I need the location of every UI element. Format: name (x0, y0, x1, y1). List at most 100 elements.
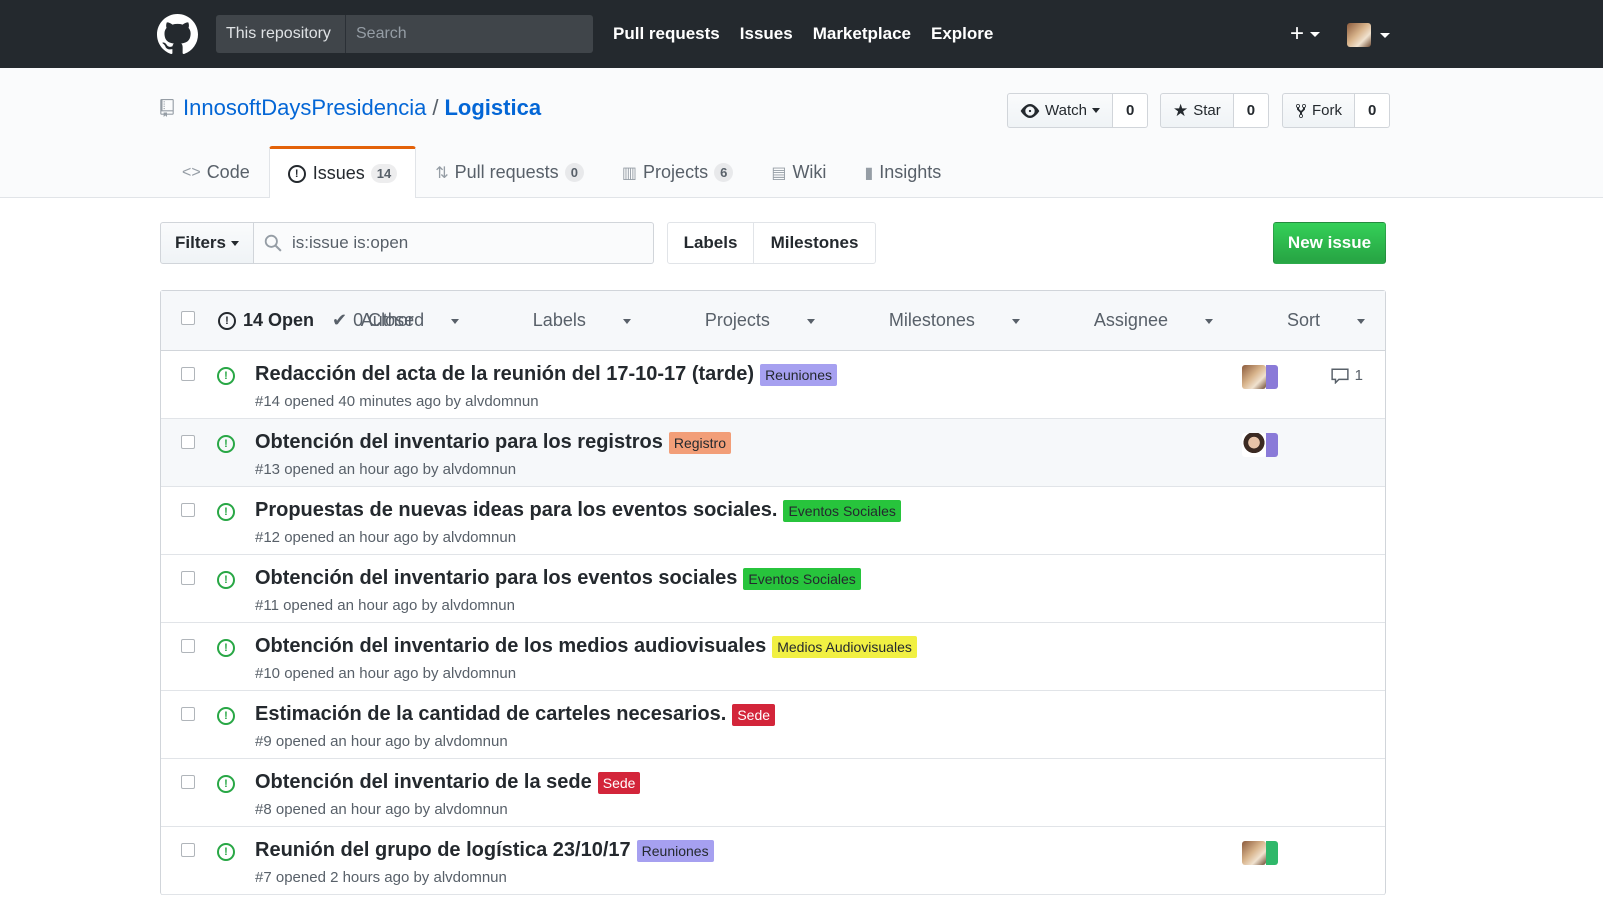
issue-label[interactable]: Eventos Sociales (783, 499, 901, 522)
issue-row[interactable]: ! Obtención del inventario de la sede Sede… (161, 759, 1385, 827)
issue-label[interactable]: Sede (732, 703, 776, 726)
assignee-filter-label: Assignee (1093, 310, 1168, 330)
fork-button[interactable]: Fork (1282, 93, 1355, 128)
labels-link[interactable]: Labels (667, 222, 754, 264)
assignee-avatars[interactable] (1242, 365, 1278, 391)
issue-checkbox[interactable] (181, 367, 195, 381)
search-scope-label[interactable]: This repository (216, 15, 345, 53)
issue-meta: #13 opened an hour ago by alvdomnun (255, 461, 517, 478)
assignee-avatars[interactable] (1242, 433, 1278, 459)
sort-filter[interactable]: Sort (1250, 310, 1365, 331)
issue-meta: #11 opened an hour ago by alvdomnun (255, 597, 515, 614)
issue-row[interactable]: ! Obtención del inventario para los regis… (161, 419, 1385, 487)
assignee-avatar[interactable] (1266, 433, 1278, 457)
repo-owner-link[interactable]: InnosoftDaysPresidencia (183, 95, 426, 120)
issue-opened-icon: ! (217, 639, 235, 657)
assignee-avatar[interactable] (1242, 365, 1266, 389)
assignee-avatars[interactable] (1242, 841, 1278, 867)
issue-label[interactable]: Eventos Sociales (743, 567, 861, 590)
fork-group: Fork 0 (1282, 93, 1391, 128)
comments-link[interactable]: 1 (1331, 367, 1363, 384)
issue-checkbox[interactable] (181, 503, 195, 517)
tab-insights[interactable]: ▮ Insights (845, 146, 960, 198)
issue-title: Reunión del grupo de logística 23/10/17 (255, 839, 631, 861)
issue-title-link[interactable]: Redacción del acta de la reunión del 17-… (255, 363, 837, 386)
fork-count[interactable]: 0 (1355, 93, 1391, 128)
issue-title-link[interactable]: Obtención del inventario para los regist… (255, 431, 732, 454)
watch-button[interactable]: Watch (1007, 93, 1113, 128)
issue-title: Redacción del acta de la reunión del 17-… (255, 363, 755, 385)
issue-title-link[interactable]: Obtención del inventario para los evento… (255, 567, 861, 590)
assignee-avatar[interactable] (1242, 841, 1266, 865)
plus-icon: + (1290, 20, 1305, 47)
tab-issues[interactable]: ! Issues 14 (268, 146, 417, 198)
watch-count[interactable]: 0 (1112, 93, 1149, 128)
issue-checkbox[interactable] (181, 707, 195, 721)
issue-opened-icon: ! (218, 311, 236, 330)
chevron-down-icon (1357, 318, 1365, 324)
assignee-avatar[interactable] (1266, 841, 1278, 865)
chevron-down-icon[interactable] (1380, 33, 1390, 38)
issue-checkbox[interactable] (181, 843, 195, 857)
issue-meta: #10 opened an hour ago by alvdomnun (255, 665, 517, 682)
nav-marketplace[interactable]: Marketplace (813, 24, 911, 44)
projects-filter-label: Projects (704, 310, 770, 330)
issue-search-input[interactable]: is:issue is:open (254, 222, 654, 264)
filters-dropdown-button[interactable]: Filters (160, 222, 254, 264)
tab-projects[interactable]: ▥ Projects 6 (603, 146, 752, 198)
new-issue-button[interactable]: New issue (1273, 222, 1386, 264)
star-button[interactable]: ★ Star (1160, 93, 1234, 128)
issue-checkbox[interactable] (181, 435, 195, 449)
tab-label: Insights (879, 162, 942, 182)
issue-row[interactable]: ! Obtención del inventario para los event… (161, 555, 1385, 623)
github-logo-icon[interactable] (157, 14, 198, 55)
issue-label[interactable]: Sede (597, 771, 641, 794)
issue-row[interactable]: ! Redacción del acta de la reunión del 17… (161, 351, 1385, 419)
issue-row[interactable]: ! Obtención del inventario de los medios … (161, 623, 1385, 691)
select-all-checkbox[interactable] (181, 311, 195, 325)
tab-wiki[interactable]: ▤ Wiki (752, 146, 845, 198)
assignee-avatar[interactable] (1266, 365, 1278, 389)
nav-pull-requests[interactable]: Pull requests (613, 24, 720, 44)
assignee-filter[interactable]: Assignee (1057, 310, 1213, 331)
labels-filter[interactable]: Labels (496, 310, 631, 331)
tab-pull-requests[interactable]: ⇅ Pull requests 0 (416, 146, 603, 198)
global-header: This repository Search Pull requests Iss… (0, 0, 1603, 68)
create-new-button[interactable]: + (1290, 20, 1321, 47)
issue-label[interactable]: Reuniones (636, 839, 714, 862)
tab-counter: 0 (564, 163, 584, 182)
search-icon (264, 234, 282, 252)
watch-label: Watch (1045, 102, 1087, 119)
author-filter[interactable]: Author (324, 310, 459, 331)
issue-row[interactable]: ! Reunión del grupo de logística 23/10/17… (161, 827, 1385, 895)
issue-checkbox[interactable] (181, 639, 195, 653)
issue-title-link[interactable]: Propuestas de nuevas ideas para los even… (255, 499, 901, 522)
issue-checkbox[interactable] (181, 775, 195, 789)
issue-label[interactable]: Reuniones (760, 363, 837, 386)
issue-title-link[interactable]: Reunión del grupo de logística 23/10/17 R… (255, 839, 714, 862)
issue-label[interactable]: Medios Audiovisuales (772, 635, 917, 658)
search-input[interactable]: Search (345, 15, 593, 53)
issue-title-link[interactable]: Obtención del inventario de la sede Sede (255, 771, 641, 794)
tab-code[interactable]: <> Code (163, 146, 269, 198)
milestones-filter[interactable]: Milestones (852, 310, 1020, 331)
repo-name-link[interactable]: Logistica (444, 95, 541, 120)
nav-issues[interactable]: Issues (740, 24, 793, 44)
global-nav: Pull requests Issues Marketplace Explore (613, 0, 1013, 68)
milestones-link[interactable]: Milestones (754, 222, 876, 264)
issue-checkbox[interactable] (181, 571, 195, 585)
sort-filter-label: Sort (1286, 310, 1320, 330)
project-icon: ▥ (621, 164, 638, 182)
repo-header: InnosoftDaysPresidencia / Logistica Watch … (0, 68, 1603, 198)
milestones-filter-label: Milestones (888, 310, 975, 330)
star-count[interactable]: 0 (1233, 93, 1270, 128)
projects-filter[interactable]: Projects (668, 310, 815, 331)
user-avatar[interactable] (1347, 23, 1371, 47)
assignee-avatar[interactable] (1242, 433, 1266, 457)
issue-row[interactable]: ! Propuestas de nuevas ideas para los eve… (161, 487, 1385, 555)
issue-label[interactable]: Registro (668, 431, 732, 454)
issue-row[interactable]: ! Estimación de la cantidad de carteles n… (161, 691, 1385, 759)
nav-explore[interactable]: Explore (931, 24, 993, 44)
issue-title-link[interactable]: Estimación de la cantidad de carteles ne… (255, 703, 776, 726)
issue-title-link[interactable]: Obtención del inventario de los medios a… (255, 635, 917, 658)
